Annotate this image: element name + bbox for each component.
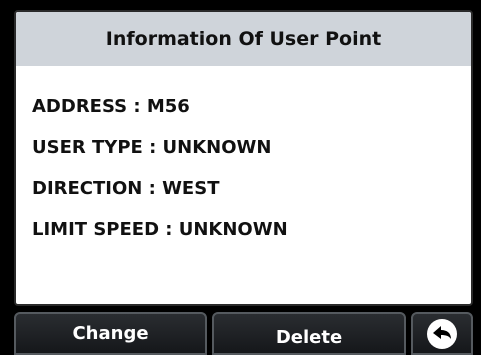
change-button-label: Change: [72, 323, 149, 344]
address-row: ADDRESS : M56: [32, 96, 190, 117]
button-bar: Change Delete: [0, 312, 481, 355]
limit-speed-row: LIMIT SPEED : UNKNOWN: [32, 219, 288, 240]
delete-button[interactable]: Delete: [212, 312, 406, 355]
info-list: ADDRESS : M56 USER TYPE : UNKNOWN DIRECT…: [16, 66, 471, 250]
direction-row: DIRECTION : WEST: [32, 178, 220, 199]
back-button[interactable]: [411, 312, 473, 355]
user-type-row: USER TYPE : UNKNOWN: [32, 137, 272, 158]
change-button[interactable]: Change: [14, 312, 207, 355]
panel-title: Information Of User Point: [105, 28, 382, 50]
delete-button-label: Delete: [275, 327, 343, 348]
panel-header: Information Of User Point: [16, 12, 471, 66]
info-panel: Information Of User Point ADDRESS : M56 …: [14, 10, 473, 306]
back-arrow-icon: [427, 318, 457, 349]
